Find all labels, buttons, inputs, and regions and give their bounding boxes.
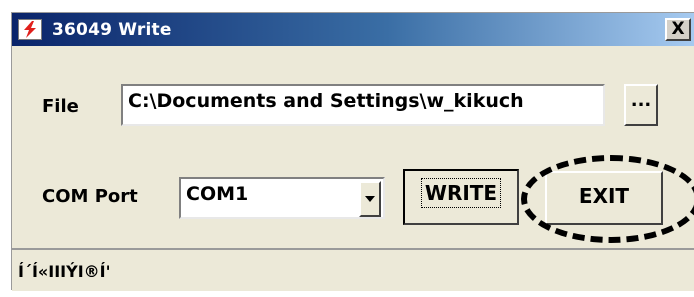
close-button[interactable]: X <box>665 18 691 41</box>
title-bar[interactable]: 36049 Write X <box>12 13 694 46</box>
dropdown-button[interactable] <box>359 181 381 217</box>
com-port-select[interactable]: COM1 <box>179 177 385 219</box>
window-title: 36049 Write <box>52 20 172 40</box>
file-label: File <box>42 96 79 117</box>
write-button[interactable]: WRITE <box>403 169 519 225</box>
chevron-down-icon <box>365 196 375 202</box>
app-logo-icon <box>18 19 42 40</box>
write-button-label: WRITE <box>420 178 502 208</box>
com-port-value: COM1 <box>186 183 249 205</box>
file-path-value: C:\Documents and Settings\w_kikuch <box>128 90 524 112</box>
status-text: Í´Í«IIIÝI®Í' <box>18 262 111 281</box>
browse-button[interactable]: ... <box>624 84 658 126</box>
app-window: 36049 Write X File C:\Documents and Sett… <box>11 12 694 291</box>
exit-highlight-outline <box>521 155 694 243</box>
com-port-label: COM Port <box>42 186 138 207</box>
file-path-field[interactable]: C:\Documents and Settings\w_kikuch <box>121 84 605 126</box>
status-bar: Í´Í«IIIÝI®Í' <box>12 248 694 291</box>
